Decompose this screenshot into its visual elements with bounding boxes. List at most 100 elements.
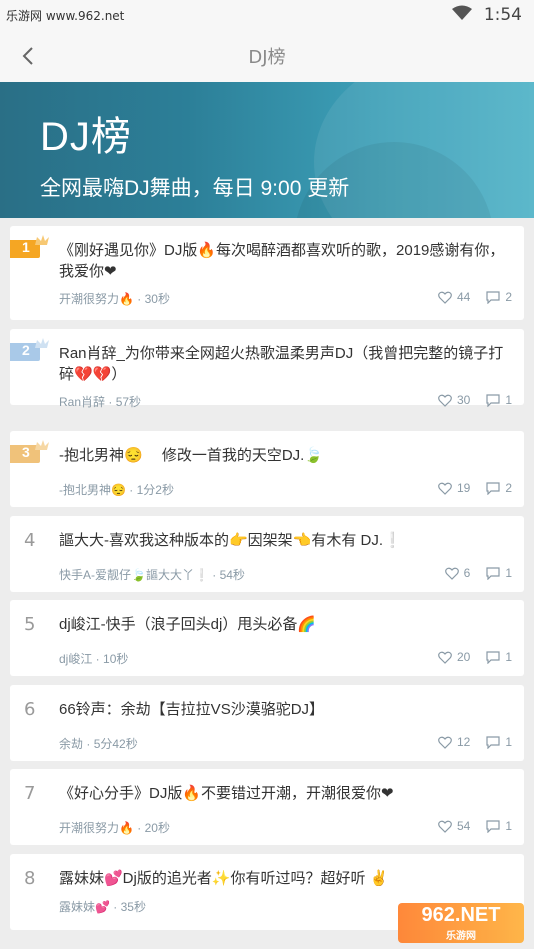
nav-bar: DJ榜: [0, 30, 534, 82]
like-count: 54: [456, 819, 471, 833]
heart-icon: [438, 482, 452, 495]
item-author[interactable]: Ran肖辞: [59, 395, 105, 409]
rank-number: 4: [24, 530, 36, 551]
comment-button[interactable]: 2: [486, 481, 512, 495]
wifi-icon: [451, 5, 472, 25]
rank-badge-gold: 1: [10, 234, 49, 260]
comment-count: 1: [505, 650, 512, 664]
item-duration: 35秒: [120, 900, 146, 914]
comment-button[interactable]: 1: [486, 393, 512, 407]
comment-button[interactable]: 1: [486, 650, 512, 664]
banner: DJ榜 全网最嗨DJ舞曲，每日 9:00 更新: [0, 82, 534, 218]
item-author[interactable]: -抱北男神😔: [59, 483, 126, 497]
comment-count: 2: [505, 481, 512, 495]
item-author[interactable]: dj峻江: [59, 652, 92, 666]
status-time: 1:54: [483, 5, 522, 25]
item-title: Ran肖辞_为你带来全网超火热歌温柔男声DJ（我曾把完整的镜子打碎💔💔）: [59, 345, 504, 383]
rank-badge-bronze: 3: [10, 439, 49, 465]
rank-number: 7: [24, 783, 36, 804]
status-site-text: 乐游网 www.962.net: [6, 8, 125, 23]
heart-icon: [438, 820, 452, 833]
site-watermark-logo: 962.NET 乐游网: [398, 903, 524, 943]
item-duration: 30秒: [144, 292, 170, 306]
item-title: dj峻江-快手（浪子回头dj）甩头必备🌈: [59, 616, 317, 633]
like-count: 30: [456, 393, 471, 407]
item-author[interactable]: 快手A-爱靓仔🍃謳大大丫❕: [59, 568, 209, 582]
chevron-left-icon: [22, 47, 33, 65]
item-title: 露妹妹💕Dj版的追光者✨你有听过吗？超好听 ✌: [59, 870, 389, 887]
comment-button[interactable]: 1: [486, 735, 512, 749]
like-button[interactable]: 20: [438, 650, 470, 664]
banner-title: DJ榜: [40, 115, 132, 159]
list-item[interactable]: 3 -抱北男神😔 修改一首我的天空DJ.🍃 -抱北男神😔 · 1分2秒 19 2: [10, 431, 524, 507]
item-author[interactable]: 露妹妹💕: [59, 900, 110, 914]
item-meta: 开潮很努力🔥 · 20秒: [59, 821, 170, 835]
item-duration: 1分2秒: [136, 483, 174, 497]
rank-number: 2: [22, 342, 30, 358]
crown-icon: [35, 338, 49, 348]
item-duration: 54秒: [219, 568, 245, 582]
list-item[interactable]: 2 Ran肖辞_为你带来全网超火热歌温柔男声DJ（我曾把完整的镜子打碎💔💔） R…: [10, 329, 524, 409]
like-button[interactable]: 30: [438, 393, 470, 407]
list-item[interactable]: 7 《好心分手》DJ版🔥不要错过开潮，开潮很爱你❤ 开潮很努力🔥 · 20秒 5…: [10, 769, 524, 845]
rank-number: 8: [24, 868, 36, 889]
comment-icon: [486, 393, 500, 407]
rank-number: 1: [22, 239, 30, 255]
crown-icon: [35, 235, 49, 245]
item-title: -抱北男神😔 修改一首我的天空DJ.🍃: [59, 447, 324, 464]
item-meta: 快手A-爱靓仔🍃謳大大丫❕ · 54秒: [59, 568, 245, 582]
list-item[interactable]: 1 《刚好遇见你》DJ版🔥每次喝醉酒都喜欢听的歌，2019感谢有你，我爱你❤ 开…: [10, 226, 524, 320]
list-item[interactable]: 5 dj峻江-快手（浪子回头dj）甩头必备🌈 dj峻江 · 10秒 20 1: [10, 600, 524, 676]
heart-icon: [438, 291, 452, 304]
comment-count: 1: [505, 735, 512, 749]
list-item[interactable]: 6 66铃声：余劫【吉拉拉VS沙漠骆驼DJ】 余劫 · 5分42秒 12 1: [10, 685, 524, 761]
heart-icon: [444, 567, 459, 580]
item-duration: 10秒: [103, 652, 129, 666]
comment-button[interactable]: 1: [486, 566, 512, 580]
like-button[interactable]: 19: [438, 481, 470, 495]
rank-badge-silver: 2: [10, 337, 49, 363]
item-meta: Ran肖辞 · 57秒: [59, 395, 142, 409]
comment-count: 1: [505, 393, 512, 407]
comment-button[interactable]: 1: [486, 819, 512, 833]
item-title: 《好心分手》DJ版🔥不要错过开潮，开潮很爱你❤: [59, 785, 394, 802]
like-button[interactable]: 6: [444, 566, 471, 580]
comment-count: 2: [505, 290, 512, 304]
item-meta: 露妹妹💕 · 35秒: [59, 900, 146, 914]
item-meta: -抱北男神😔 · 1分2秒: [59, 483, 174, 497]
item-stats: 12 1: [438, 735, 512, 749]
item-stats: 6 1: [444, 566, 512, 580]
heart-icon: [438, 651, 452, 664]
like-button[interactable]: 44: [438, 290, 470, 304]
item-author[interactable]: 开潮很努力🔥: [59, 292, 134, 306]
page-title: DJ榜: [248, 47, 286, 68]
like-count: 19: [456, 481, 471, 495]
like-count: 12: [456, 735, 471, 749]
comment-icon: [486, 481, 500, 495]
watermark-sub: 乐游网: [446, 931, 476, 942]
status-bar: 乐游网 www.962.net 1:54: [0, 0, 534, 30]
item-stats: 44 2: [438, 290, 512, 304]
comment-icon: [486, 650, 500, 664]
list-item[interactable]: 4 謳大大-喜欢我这种版本的👉因架架👈有木有 DJ.❕ 快手A-爱靓仔🍃謳大大丫…: [10, 516, 524, 592]
comment-count: 1: [505, 819, 512, 833]
back-button[interactable]: [14, 42, 42, 70]
banner-subtitle: 全网最嗨DJ舞曲，每日 9:00 更新: [40, 177, 350, 200]
item-title: 66铃声：余劫【吉拉拉VS沙漠骆驼DJ】: [59, 701, 325, 718]
item-meta: 开潮很努力🔥 · 30秒: [59, 292, 170, 306]
item-author[interactable]: 开潮很努力🔥: [59, 821, 134, 835]
item-author[interactable]: 余劫: [59, 737, 83, 751]
item-stats: 30 1: [438, 393, 512, 407]
item-stats: 54 1: [438, 819, 512, 833]
crown-icon: [35, 440, 49, 450]
item-duration: 5分42秒: [93, 737, 138, 751]
item-title: 謳大大-喜欢我这种版本的👉因架架👈有木有 DJ.❕: [59, 532, 402, 549]
like-count: 6: [463, 566, 471, 580]
heart-icon: [438, 736, 452, 749]
rank-number: 6: [24, 699, 36, 720]
like-button[interactable]: 54: [438, 819, 470, 833]
comment-button[interactable]: 2: [486, 290, 512, 304]
like-button[interactable]: 12: [438, 735, 470, 749]
comment-icon: [486, 819, 500, 833]
item-duration: 57秒: [115, 395, 142, 409]
